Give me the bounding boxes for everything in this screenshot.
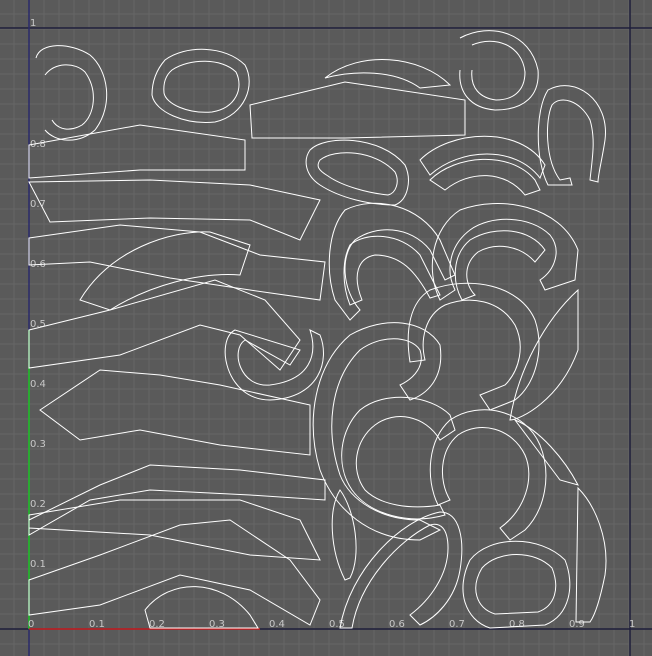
v-tick-label: 1 bbox=[30, 18, 36, 29]
v-tick-label: 0.2 bbox=[30, 499, 46, 510]
v-tick-label: 0.4 bbox=[30, 379, 46, 390]
uv-shell-ring-g[interactable] bbox=[431, 203, 579, 301]
uv-shell-strip-3[interactable] bbox=[28, 224, 326, 301]
uv-shell-ring-e[interactable] bbox=[328, 202, 456, 321]
u-tick-label: 0.9 bbox=[569, 619, 585, 630]
uv-shell-ring-j[interactable] bbox=[429, 409, 547, 541]
u-tick-label: 0.1 bbox=[89, 619, 105, 630]
uv-shell-large-loop[interactable] bbox=[312, 322, 442, 541]
uv-shell-strip-2[interactable] bbox=[28, 179, 321, 241]
uv-shell-ring-a[interactable] bbox=[35, 45, 108, 141]
u-tick-label: 1 bbox=[629, 619, 635, 630]
uv-shell-ring-f[interactable] bbox=[419, 135, 546, 196]
v-tick-label: 0.3 bbox=[30, 439, 46, 450]
uv-grid bbox=[0, 0, 652, 656]
u-tick-label: 0.7 bbox=[449, 619, 465, 630]
uv-shell-ring-d[interactable] bbox=[305, 139, 409, 206]
u-tick-label: 0.6 bbox=[389, 619, 405, 630]
uv-layout-canvas[interactable]: 0 0.1 0.2 0.3 0.4 0.5 0.6 0.7 0.8 0.9 1 … bbox=[0, 0, 652, 656]
uv-shell-hook-right[interactable] bbox=[537, 85, 606, 186]
v-tick-label: 0.5 bbox=[30, 319, 46, 330]
uv-shell-fan-right[interactable] bbox=[575, 486, 607, 623]
uv-shell-strip-top[interactable] bbox=[249, 59, 466, 139]
uv-editor-viewport[interactable]: 0 0.1 0.2 0.3 0.4 0.5 0.6 0.7 0.8 0.9 1 … bbox=[0, 0, 652, 656]
v-tick-label: 0.7 bbox=[30, 199, 46, 210]
uv-shell-ring-b[interactable] bbox=[151, 48, 250, 123]
uv-shell-strip-1[interactable] bbox=[28, 124, 246, 179]
uv-shell-strip-8[interactable] bbox=[28, 519, 321, 626]
u-tick-label: 0 bbox=[28, 619, 34, 630]
u-tick-label: 0.4 bbox=[269, 619, 285, 630]
uv-shell-ring-h[interactable] bbox=[407, 282, 540, 411]
v-tick-label: 0.1 bbox=[30, 559, 46, 570]
uv-shell-ring-c[interactable] bbox=[459, 30, 539, 111]
uv-shell-arc-bottom[interactable] bbox=[339, 511, 463, 629]
u-tick-label: 0.8 bbox=[509, 619, 525, 630]
